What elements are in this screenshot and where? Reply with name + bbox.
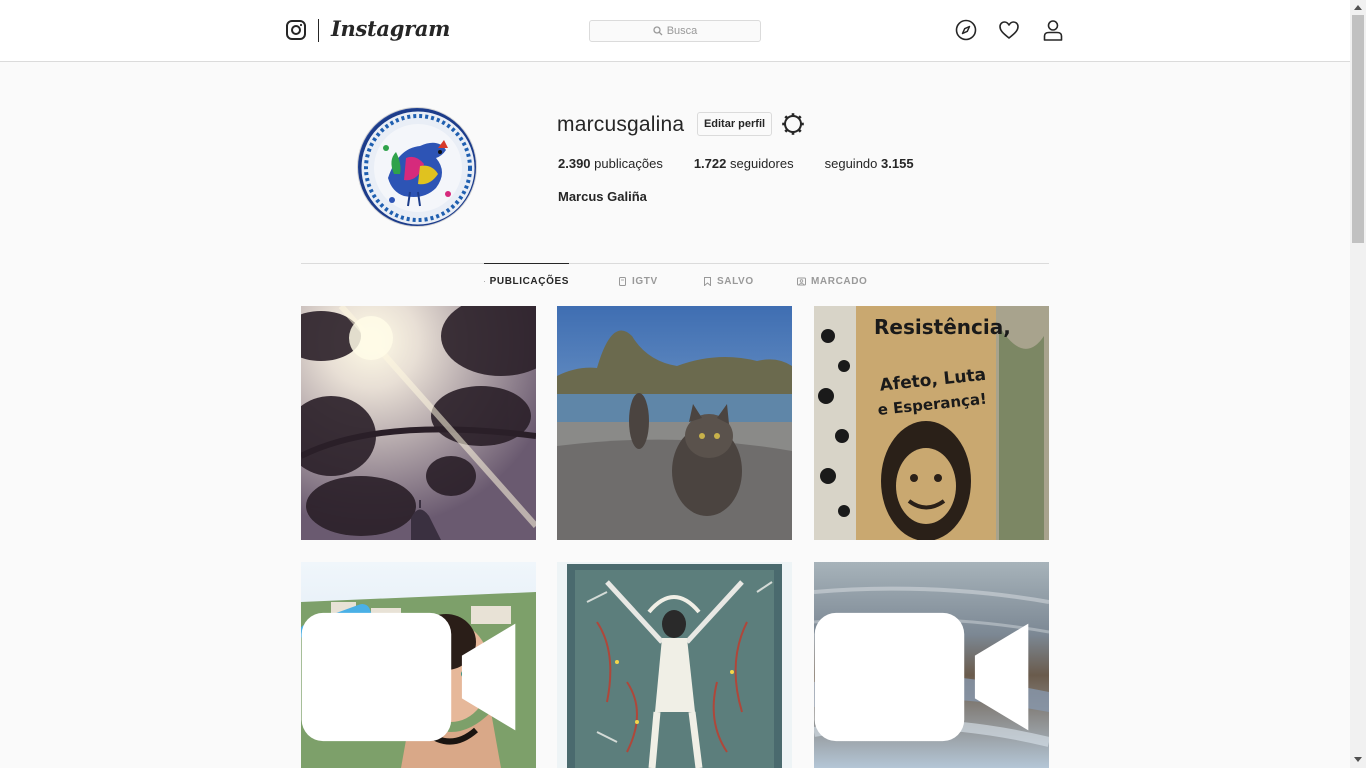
- tab-label: IGTV: [632, 275, 658, 287]
- search-placeholder: Busca: [666, 25, 698, 37]
- scroll-up-arrow[interactable]: [1354, 5, 1362, 10]
- tab-igtv[interactable]: IGTV: [618, 263, 658, 297]
- poster-text-line-1: Resistência,: [874, 315, 1011, 339]
- posts-count: 2.390: [558, 156, 591, 171]
- explore-icon[interactable]: [955, 19, 977, 41]
- profile-full-name: Marcus Galiña: [558, 189, 647, 204]
- post-thumbnail[interactable]: [301, 562, 536, 768]
- sun-through-trees-photo: [301, 306, 536, 540]
- igtv-icon: [619, 276, 626, 286]
- tab-label: MARCADO: [811, 275, 868, 287]
- avatar[interactable]: [357, 107, 477, 227]
- instagram-wordmark[interactable]: Instagram: [331, 16, 450, 41]
- post-thumbnail[interactable]: [301, 306, 536, 540]
- profile-username: marcusgalina: [557, 113, 685, 136]
- followers-count: 1.722: [693, 156, 727, 171]
- tag-icon: [797, 277, 806, 285]
- following-label: seguindo: [824, 156, 878, 171]
- posts-label: publicações: [594, 156, 663, 171]
- profile-stats: 2.390 publicações 1.722 seguidores segui…: [558, 156, 945, 171]
- search-icon: [653, 26, 663, 36]
- grid-icon: [484, 281, 485, 282]
- settings-icon[interactable]: [781, 112, 805, 136]
- scroll-down-arrow[interactable]: [1354, 757, 1362, 762]
- scroll-thumb[interactable]: [1352, 15, 1364, 243]
- top-navbar: Instagram Busca: [0, 0, 1350, 62]
- video-icon: [814, 612, 1029, 742]
- tab-publicacoes[interactable]: PUBLICAÇÕES: [484, 263, 569, 297]
- followers-stat[interactable]: 1.722 seguidores: [694, 156, 794, 171]
- search-input[interactable]: Busca: [589, 20, 761, 42]
- tab-label: SALVO: [717, 275, 754, 287]
- followers-label: seguidores: [730, 156, 794, 171]
- tab-salvo[interactable]: SALVO: [703, 263, 754, 297]
- street-poster-photo: Resistência, Afeto, Luta e Esperança!: [814, 306, 1049, 540]
- following-count: 3.155: [881, 156, 914, 171]
- bookmark-icon: [704, 276, 711, 286]
- cat-with-sugarloaf-photo: [557, 306, 792, 540]
- tab-label: PUBLICAÇÕES: [489, 276, 569, 287]
- posts-stat: 2.390 publicações: [558, 156, 663, 171]
- edit-profile-button[interactable]: Editar perfil: [697, 112, 772, 136]
- post-thumbnail[interactable]: [557, 306, 792, 540]
- logo-divider: [318, 19, 319, 42]
- profile-icon[interactable]: [1042, 19, 1064, 41]
- tabs-divider: [301, 263, 1049, 264]
- post-thumbnail[interactable]: Resistência, Afeto, Luta e Esperança!: [814, 306, 1049, 540]
- video-icon: [301, 612, 516, 742]
- tab-marcado[interactable]: MARCADO: [797, 263, 867, 297]
- heart-icon[interactable]: [998, 19, 1020, 41]
- post-thumbnail[interactable]: [557, 562, 792, 768]
- following-stat[interactable]: seguindo 3.155: [825, 156, 914, 171]
- instagram-logo-icon[interactable]: [286, 20, 306, 40]
- page-scrollbar[interactable]: [1350, 0, 1366, 768]
- post-thumbnail[interactable]: [814, 562, 1049, 768]
- samba-dancer-art-photo: [557, 562, 792, 768]
